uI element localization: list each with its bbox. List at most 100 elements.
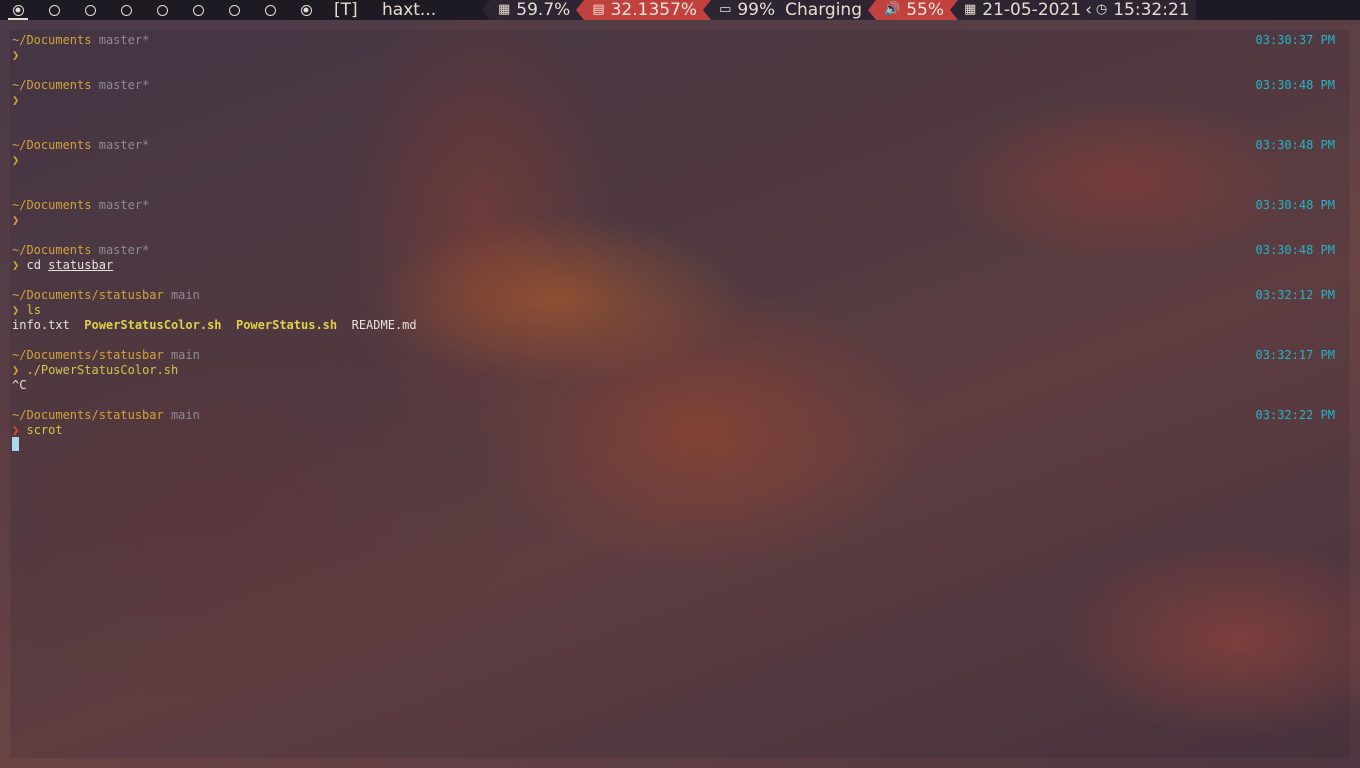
command-line: ❯ ./PowerStatusColor.sh xyxy=(12,363,178,378)
prompt-path: ~/Documents/statusbar xyxy=(12,348,164,362)
volume-icon: 🔊 xyxy=(884,2,901,17)
workspace-occupied-icon xyxy=(300,4,312,16)
datetime-widget: ▦ 21-05-2021 ‹ ◷ 15:32:21 xyxy=(957,0,1196,20)
file-entry: README.md xyxy=(351,318,417,332)
interrupt-output: ^C xyxy=(12,378,27,392)
prompt-symbol: ❯ xyxy=(12,48,20,62)
prompt-path: ~/Documents/statusbar xyxy=(12,288,164,302)
segment-separator xyxy=(949,0,958,20)
prompt-symbol: ❯ xyxy=(12,93,20,107)
workspace-empty-icon xyxy=(156,4,168,16)
workspace-5[interactable] xyxy=(144,0,180,20)
command-line: ❯ xyxy=(12,93,19,108)
workspace-3[interactable] xyxy=(72,0,108,20)
command-output: info.txt PowerStatusColor.sh PowerStatus… xyxy=(12,318,417,333)
git-branch: main xyxy=(170,288,200,302)
prompt-symbol: ❯ xyxy=(12,423,20,437)
clock-icon: ◷ xyxy=(1095,2,1108,17)
battery-icon: ▭ xyxy=(719,2,732,17)
command-line: ❯ xyxy=(12,213,19,228)
volume-widget[interactable]: 🔊 55% xyxy=(876,0,950,20)
file-entry-executable: PowerStatusColor.sh xyxy=(84,318,222,332)
calendar-icon: ▦ xyxy=(963,2,977,17)
prompt-timestamp: 03:32:22 PM xyxy=(1255,408,1335,422)
prompt-path: ~/Documents xyxy=(12,33,92,47)
chevron-left-icon: ‹ xyxy=(1085,0,1092,20)
prompt-symbol: ❯ xyxy=(12,213,20,227)
prompt-line: ~/Documents master* xyxy=(12,138,149,153)
workspace-active-icon xyxy=(12,4,24,16)
prompt-symbol: ❯ xyxy=(12,303,20,317)
status-bar: [T] haxt... ▦ 59.7% ▤ 32.1357% ▭ 99% Cha… xyxy=(0,0,1360,20)
workspace-2[interactable] xyxy=(36,0,72,20)
command-line: ❯ scrot xyxy=(12,423,63,438)
workspace-6[interactable] xyxy=(180,0,216,20)
prompt-path: ~/Documents/statusbar xyxy=(12,408,164,422)
terminal-window[interactable]: ~/Documents master* 03:30:37 PM ❯ ~/Docu… xyxy=(10,30,1350,758)
segment-separator xyxy=(576,0,585,20)
prompt-timestamp: 03:30:48 PM xyxy=(1255,243,1335,257)
git-branch: master* xyxy=(98,138,150,152)
prompt-timestamp: 03:30:48 PM xyxy=(1255,198,1335,212)
command-text: scrot xyxy=(26,423,63,437)
cpu-icon: ▦ xyxy=(498,2,511,17)
segment-separator xyxy=(868,0,876,20)
git-branch: master* xyxy=(98,198,150,212)
prompt-line: ~/Documents/statusbar main xyxy=(12,288,200,303)
prompt-line: ~/Documents master* xyxy=(12,243,149,258)
prompt-timestamp: 03:32:12 PM xyxy=(1255,288,1335,302)
battery-value: 99% xyxy=(737,0,776,20)
layout-indicator[interactable]: [T] xyxy=(334,0,370,20)
workspace-1[interactable] xyxy=(0,0,36,20)
workspace-empty-icon xyxy=(120,4,132,16)
command-line: ❯ cd statusbar xyxy=(12,258,113,273)
date-value: 21-05-2021 xyxy=(982,0,1082,20)
battery-status: Charging xyxy=(785,0,862,20)
prompt-line: ~/Documents master* xyxy=(12,198,149,213)
git-branch: master* xyxy=(98,33,150,47)
workspace-empty-icon xyxy=(192,4,204,16)
git-branch: main xyxy=(170,348,200,362)
prompt-timestamp: 03:32:17 PM xyxy=(1255,348,1335,362)
git-branch: master* xyxy=(98,78,150,92)
volume-value: 55% xyxy=(906,0,944,20)
memory-value: 32.1357% xyxy=(610,0,698,20)
prompt-line: ~/Documents master* xyxy=(12,78,149,93)
command-text: ./PowerStatusColor.sh xyxy=(26,363,179,377)
prompt-timestamp: 03:30:37 PM xyxy=(1255,33,1335,47)
command-argument: statusbar xyxy=(48,258,114,272)
prompt-line: ~/Documents master* xyxy=(12,33,149,48)
memory-widget: ▤ 32.1357% xyxy=(584,0,704,20)
workspace-empty-icon xyxy=(264,4,276,16)
segment-separator xyxy=(482,0,490,20)
workspace-8[interactable] xyxy=(252,0,288,20)
workspace-7[interactable] xyxy=(216,0,252,20)
file-entry: info.txt xyxy=(12,318,70,332)
command-text: ls xyxy=(26,303,41,317)
workspace-empty-icon xyxy=(84,4,96,16)
cpu-value: 59.7% xyxy=(516,0,571,20)
prompt-timestamp: 03:30:48 PM xyxy=(1255,138,1335,152)
prompt-line: ~/Documents/statusbar main xyxy=(12,348,200,363)
command-line: ❯ ls xyxy=(12,303,41,318)
prompt-symbol: ❯ xyxy=(12,363,20,377)
command-line: ❯ xyxy=(12,48,19,63)
command-line: ❯ xyxy=(12,153,19,168)
workspace-list xyxy=(0,0,324,20)
git-branch: master* xyxy=(98,243,150,257)
workspace-9[interactable] xyxy=(288,0,324,20)
file-entry-executable: PowerStatus.sh xyxy=(235,318,338,332)
prompt-line: ~/Documents/statusbar main xyxy=(12,408,200,423)
battery-widget: ▭ 99% Charging xyxy=(711,0,868,20)
prompt-symbol: ❯ xyxy=(12,153,20,167)
prompt-timestamp: 03:30:48 PM xyxy=(1255,78,1335,92)
workspace-4[interactable] xyxy=(108,0,144,20)
prompt-path: ~/Documents xyxy=(12,138,92,152)
window-title: haxt... xyxy=(382,0,437,20)
command-text: cd xyxy=(26,258,41,272)
workspace-empty-icon xyxy=(48,4,60,16)
memory-icon: ▤ xyxy=(592,2,605,17)
command-output: ^C xyxy=(12,378,26,393)
segment-separator xyxy=(703,0,712,20)
workspace-empty-icon xyxy=(228,4,240,16)
